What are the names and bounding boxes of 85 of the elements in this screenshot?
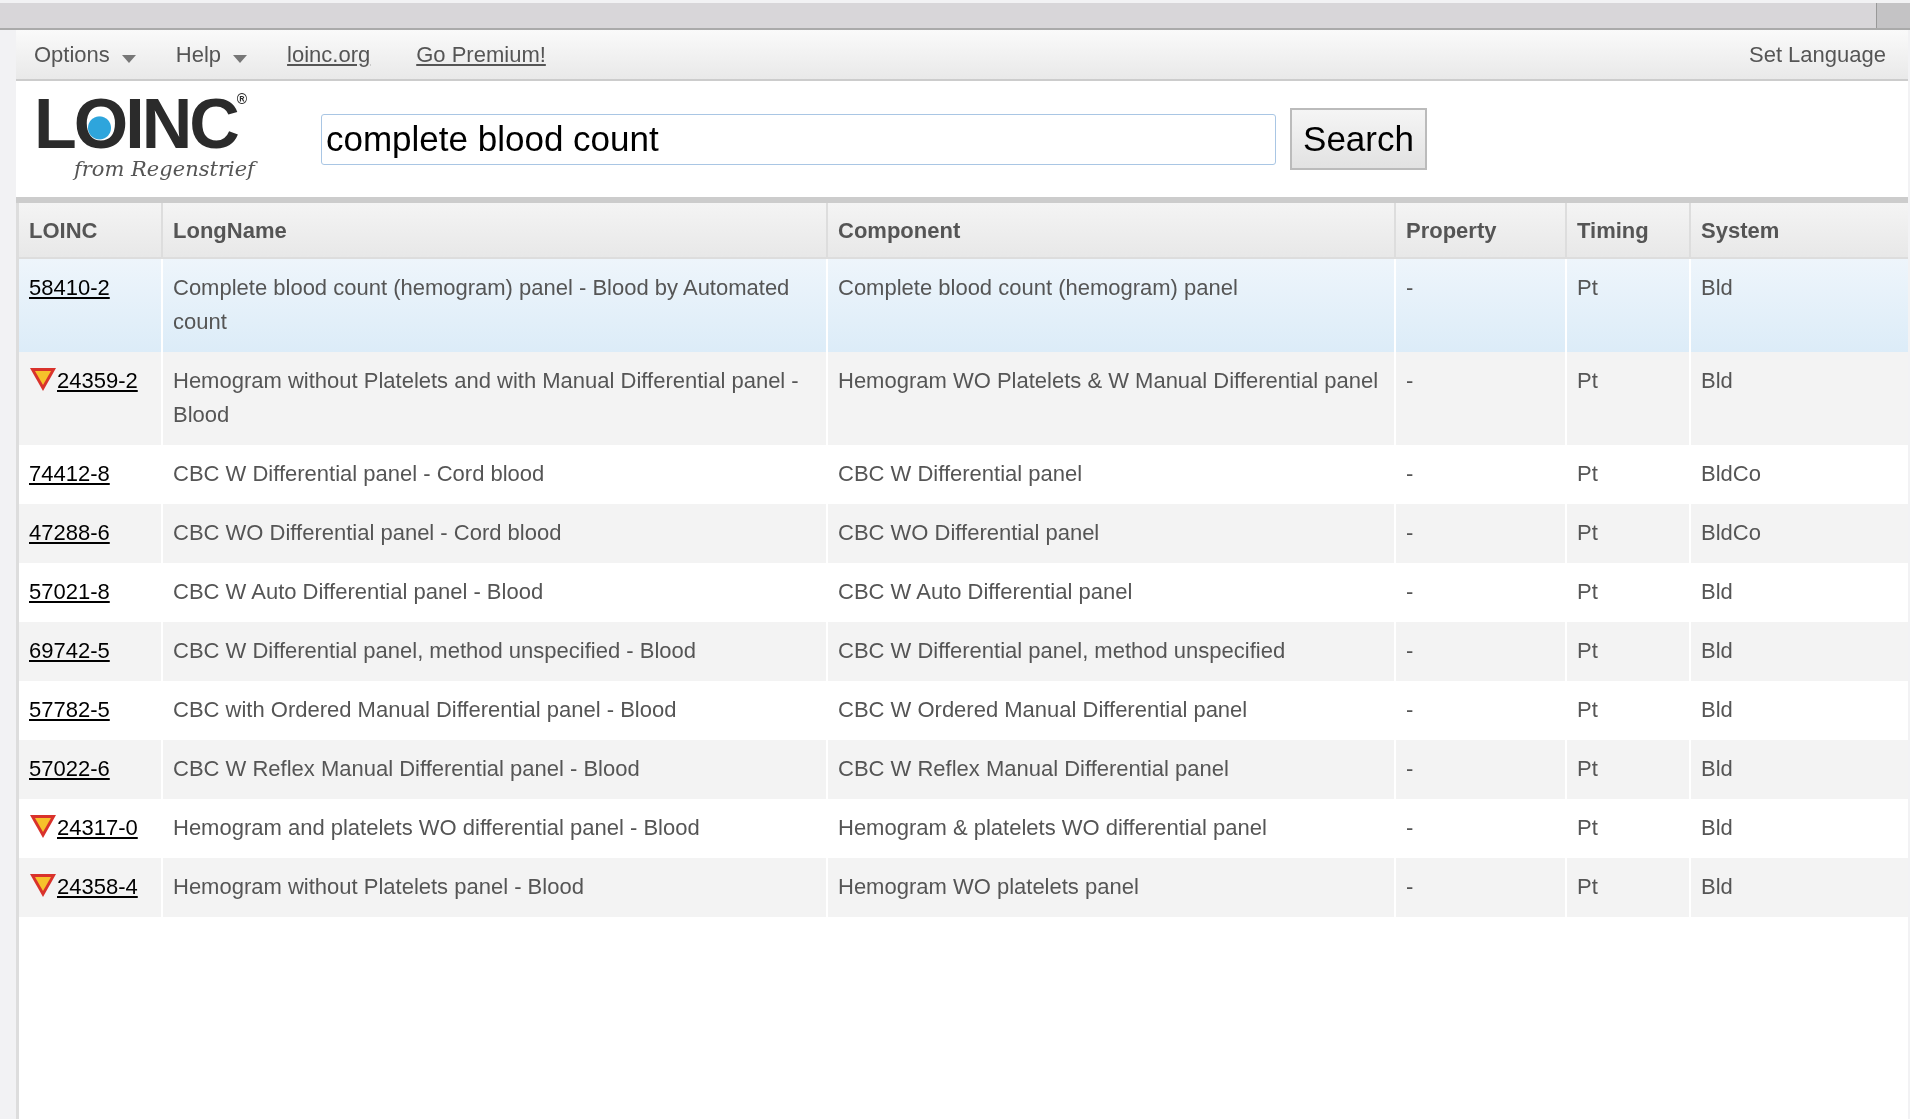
search-field[interactable]: complete blood count [321,113,1276,165]
column-header[interactable]: Component [826,203,1394,257]
timing-cell-text: Pt [1577,367,1598,395]
registered-mark: ® [236,90,248,107]
system-cell-text: BldCo [1701,519,1761,547]
long-name-cell-text: CBC WO Differential panel - Cord blood [173,519,562,547]
component-cell-text: CBC W Differential panel [838,460,1083,488]
result-row[interactable]: 24359-2 Hemogram without Platelets and with Manual Differential panel - Blood Hemogram WO Platelets & W Manual Differential panel - Pt Bld [19,352,1908,445]
result-row[interactable]: 58410-2 Complete blood count (hemogram) panel - Blood by Automated count Complete blood count (hemogram) panel - Pt Bld [19,259,1908,352]
column-header[interactable]: LongName [161,203,826,257]
component-cell-text: CBC W Reflex Manual Differential panel [838,755,1229,783]
menu-dropdown[interactable]: Options [34,38,136,71]
timing-cell-text: Pt [1577,696,1598,724]
column-header[interactable]: Property [1394,203,1565,257]
timing-cell-text: Pt [1577,755,1598,783]
long-name-cell-text: Hemogram without Platelets panel - Blood [173,873,584,901]
system-cell-text: Bld [1701,367,1733,395]
caret-icon [121,54,136,63]
column-header[interactable]: Timing [1565,203,1689,257]
component-cell-text: CBC W Ordered Manual Differential panel [838,696,1248,724]
long-name-cell-text: Complete blood count (hemogram) panel - Blood by Automated count [173,274,791,336]
component-cell-text: CBC WO Differential panel [838,519,1100,547]
component-cell-text: CBC W Differential panel, method unspecified [838,637,1286,665]
system-cell-text: BldCo [1701,460,1761,488]
caret-icon [233,54,248,63]
long-name-cell-text: Hemogram without Platelets and with Manual Differential panel - Blood [173,367,800,429]
corner-tab[interactable] [1876,3,1910,28]
long-name-cell-text: CBC W Auto Differential panel - Blood [173,578,544,606]
property-cell-text: - [1406,460,1414,488]
loinc-code-link[interactable]: 24317-0 [57,811,138,845]
property-cell-text: - [1406,873,1414,901]
system-cell-text: Bld [1701,274,1733,302]
loinc-code-link[interactable]: 57022-6 [29,752,110,786]
timing-cell-text: Pt [1577,814,1598,842]
set-language-button[interactable]: Set Language [1748,38,1886,71]
timing-cell-text: Pt [1577,460,1598,488]
property-cell-text: - [1406,755,1414,783]
loinc-code-link[interactable]: 69742-5 [29,634,110,668]
long-name-cell-text: Hemogram and platelets WO differential panel - Blood [173,814,700,842]
long-name-cell-text: CBC W Differential panel, method unspecified - Blood [173,637,696,665]
component-cell-text: CBC W Auto Differential panel [838,578,1133,606]
menu-dropdown[interactable]: Help [175,38,248,71]
search-button[interactable]: Search [1290,108,1427,170]
timing-cell-text: Pt [1577,637,1598,665]
logo-wordmark: LOINC [34,89,237,159]
menu-link[interactable]: Go Premium! [416,38,546,71]
loinc-code-link[interactable]: 58410-2 [29,271,110,305]
long-name-cell-text: CBC W Reflex Manual Differential panel - Blood [173,755,640,783]
timing-cell-text: Pt [1577,519,1598,547]
loinc-code-link[interactable]: 74412-8 [29,457,110,491]
column-header[interactable]: LOINC [19,203,161,257]
timing-cell-text: Pt [1577,274,1598,302]
loinc-code-link[interactable]: 24358-4 [57,870,138,904]
property-cell-text: - [1406,519,1414,547]
component-cell-text: Hemogram WO Platelets & W Manual Differential panel [838,367,1379,395]
loinc-code-link[interactable]: 47288-6 [29,516,110,550]
component-cell-text: Hemogram WO platelets panel [838,873,1139,901]
component-cell-text: Complete blood count (hemogram) panel [838,274,1238,302]
timing-cell-text: Pt [1577,578,1598,606]
system-cell-text: Bld [1701,696,1733,724]
property-cell-text: - [1406,637,1414,665]
result-row[interactable]: 47288-6 CBC WO Differential panel - Cord blood CBC WO Differential panel - Pt BldCo [19,504,1908,563]
property-cell-text: - [1406,696,1414,724]
timing-cell-text: Pt [1577,873,1598,901]
system-cell-text: Bld [1701,814,1733,842]
logo-tagline: from Regenstrief [74,157,284,181]
result-row[interactable]: 69742-5 CBC W Differential panel, method unspecified - Blood CBC W Differential panel, method unspecified - Pt Bld [19,622,1908,681]
result-row[interactable]: 57022-6 CBC W Reflex Manual Differential panel - Blood CBC W Reflex Manual Differential panel - Pt Bld [19,740,1908,799]
result-row[interactable]: 24358-4 Hemogram without Platelets panel - Blood Hemogram WO platelets panel - Pt Bld [19,858,1908,917]
loinc-code-link[interactable]: 57021-8 [29,575,110,609]
long-name-cell-text: CBC W Differential panel - Cord blood [173,460,545,488]
system-cell-text: Bld [1701,755,1733,783]
system-cell-text: Bld [1701,637,1733,665]
column-header[interactable]: System [1689,203,1908,257]
property-cell-text: - [1406,274,1414,302]
loinc-code-link[interactable]: 57782-5 [29,693,110,727]
property-cell-text: - [1406,367,1414,395]
loinc-code-link[interactable]: 24359-2 [57,364,138,398]
long-name-cell-text: CBC with Ordered Manual Differential panel - Blood [173,696,677,724]
property-cell-text: - [1406,578,1414,606]
system-cell-text: Bld [1701,578,1733,606]
menu-link[interactable]: loinc.org [287,38,371,71]
property-cell-text: - [1406,814,1414,842]
component-cell-text: Hemogram & platelets WO differential panel [838,814,1267,842]
system-cell-text: Bld [1701,873,1733,901]
